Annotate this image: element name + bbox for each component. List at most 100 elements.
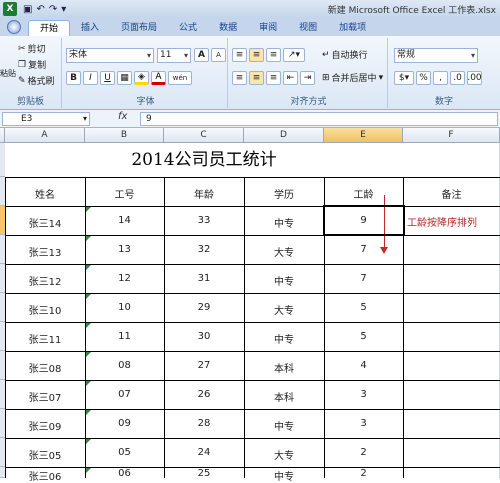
font-color-icon[interactable]: A <box>151 71 166 85</box>
cell-education[interactable]: 本科 <box>244 389 324 404</box>
cell-age[interactable]: 30 <box>164 331 244 342</box>
tab-page-layout[interactable]: 页面布局 <box>110 20 168 36</box>
cell-id[interactable]: 06 <box>85 468 164 479</box>
orientation-icon[interactable]: ↗▾ <box>283 48 305 62</box>
tab-formulas[interactable]: 公式 <box>168 20 208 36</box>
align-top-icon[interactable]: ≡ <box>232 48 247 62</box>
cell-name[interactable]: 张三06 <box>5 468 85 483</box>
header-remarks[interactable]: 备注 <box>403 186 500 201</box>
cell-id[interactable]: 11 <box>85 331 164 342</box>
cell-id[interactable]: 12 <box>85 273 164 284</box>
cell-education[interactable]: 中专 <box>244 215 324 230</box>
cell-seniority[interactable]: 2 <box>324 447 403 458</box>
decrease-indent-icon[interactable]: ⇤ <box>283 71 298 85</box>
comma-button[interactable]: , <box>433 71 448 85</box>
cell-seniority[interactable]: 4 <box>324 360 403 371</box>
grow-font-button[interactable]: A <box>194 48 209 62</box>
italic-button[interactable]: I <box>83 71 98 85</box>
cell-id[interactable]: 07 <box>85 389 164 400</box>
cell-education[interactable]: 中专 <box>244 418 324 433</box>
tab-addins[interactable]: 加载项 <box>328 20 377 36</box>
cell-education[interactable]: 本科 <box>244 360 324 375</box>
cell-id[interactable]: 08 <box>85 360 164 371</box>
increase-decimal-icon[interactable]: .0 <box>450 71 465 85</box>
font-size-select[interactable]: 11 <box>157 48 191 63</box>
cell-seniority[interactable]: 7 <box>324 273 403 284</box>
column-header-f[interactable]: F <box>403 128 500 143</box>
font-name-select[interactable]: 宋体 <box>66 48 154 63</box>
cell-id[interactable]: 05 <box>85 447 164 458</box>
fx-icon[interactable]: fx <box>118 111 127 122</box>
tab-review[interactable]: 审阅 <box>248 20 288 36</box>
paste-button[interactable]: 粘贴 <box>0 68 16 79</box>
header-seniority[interactable]: 工龄 <box>324 186 403 201</box>
office-button[interactable] <box>0 18 28 36</box>
cell-name[interactable]: 张三14 <box>5 215 85 230</box>
wrap-text-button[interactable]: ↵ 自动换行 <box>322 48 368 62</box>
cell-age[interactable]: 26 <box>164 389 244 400</box>
tab-insert[interactable]: 插入 <box>70 20 110 36</box>
cell-id[interactable]: 09 <box>85 418 164 429</box>
cell-age[interactable]: 25 <box>164 468 244 479</box>
cell-age[interactable]: 33 <box>164 215 244 226</box>
cell-seniority[interactable]: 7 <box>324 244 403 255</box>
tab-view[interactable]: 视图 <box>288 20 328 36</box>
cut-button[interactable]: ✂ 剪切 <box>18 42 46 56</box>
cell-name[interactable]: 张三09 <box>5 418 85 433</box>
column-header-b[interactable]: B <box>85 128 164 143</box>
cell-name[interactable]: 张三08 <box>5 360 85 375</box>
currency-icon[interactable]: $▾ <box>394 71 414 85</box>
cell-education[interactable]: 大专 <box>244 244 324 259</box>
cell-name[interactable]: 张三10 <box>5 302 85 317</box>
cell-age[interactable]: 29 <box>164 302 244 313</box>
header-id[interactable]: 工号 <box>85 186 164 201</box>
cell-name[interactable]: 张三12 <box>5 273 85 288</box>
header-education[interactable]: 学历 <box>244 186 324 201</box>
cell-age[interactable]: 31 <box>164 273 244 284</box>
cell-name[interactable]: 张三05 <box>5 447 85 462</box>
formula-input[interactable]: 9 <box>140 112 498 126</box>
align-left-icon[interactable]: ≡ <box>232 71 247 85</box>
sort-note[interactable]: 工龄按降序排列 <box>407 214 477 229</box>
cell-education[interactable]: 大专 <box>244 447 324 462</box>
cell-name[interactable]: 张三11 <box>5 331 85 346</box>
copy-button[interactable]: ❐ 复制 <box>18 58 46 72</box>
sheet-title[interactable]: 2014公司员工统计 <box>5 143 403 177</box>
cell-age[interactable]: 24 <box>164 447 244 458</box>
cell-id[interactable]: 13 <box>85 244 164 255</box>
align-center-icon[interactable]: ≡ <box>249 71 264 85</box>
underline-button[interactable]: U <box>100 71 115 85</box>
percent-button[interactable]: % <box>416 71 431 85</box>
format-painter-button[interactable]: ✎ 格式刷 <box>18 74 55 88</box>
phonetic-button[interactable]: wén <box>168 71 192 85</box>
selected-cell[interactable] <box>323 205 405 236</box>
borders-icon[interactable]: ▦ <box>117 71 132 85</box>
cell-seniority[interactable]: 5 <box>324 302 403 313</box>
cell-age[interactable]: 32 <box>164 244 244 255</box>
cell-education[interactable]: 中专 <box>244 273 324 288</box>
align-bottom-icon[interactable]: ≡ <box>266 48 281 62</box>
shrink-font-button[interactable]: A <box>211 48 226 62</box>
cell-name[interactable]: 张三07 <box>5 389 85 404</box>
tab-home[interactable]: 开始 <box>28 20 71 36</box>
cell-age[interactable]: 27 <box>164 360 244 371</box>
merge-center-button[interactable]: ⊞ 合并后居中 ▾ <box>322 71 383 85</box>
cell-seniority[interactable]: 3 <box>324 418 403 429</box>
save-icon[interactable]: ▣ <box>23 4 32 15</box>
column-header-a[interactable]: A <box>5 128 85 143</box>
cell-age[interactable]: 28 <box>164 418 244 429</box>
cell-education[interactable]: 大专 <box>244 302 324 317</box>
increase-indent-icon[interactable]: ⇥ <box>300 71 315 85</box>
cell-education[interactable]: 中专 <box>244 331 324 346</box>
customize-qat-icon[interactable]: ▾ <box>61 4 66 15</box>
name-box[interactable]: E3 <box>2 112 90 126</box>
column-header-c[interactable]: C <box>164 128 244 143</box>
cell-education[interactable]: 中专 <box>244 468 324 483</box>
cell-name[interactable]: 张三13 <box>5 244 85 259</box>
cell-seniority[interactable]: 5 <box>324 331 403 342</box>
column-header-d[interactable]: D <box>244 128 324 143</box>
bold-button[interactable]: B <box>66 71 81 85</box>
cell-seniority[interactable]: 2 <box>324 468 403 479</box>
decrease-decimal-icon[interactable]: .00 <box>467 71 482 85</box>
tab-data[interactable]: 数据 <box>208 20 248 36</box>
